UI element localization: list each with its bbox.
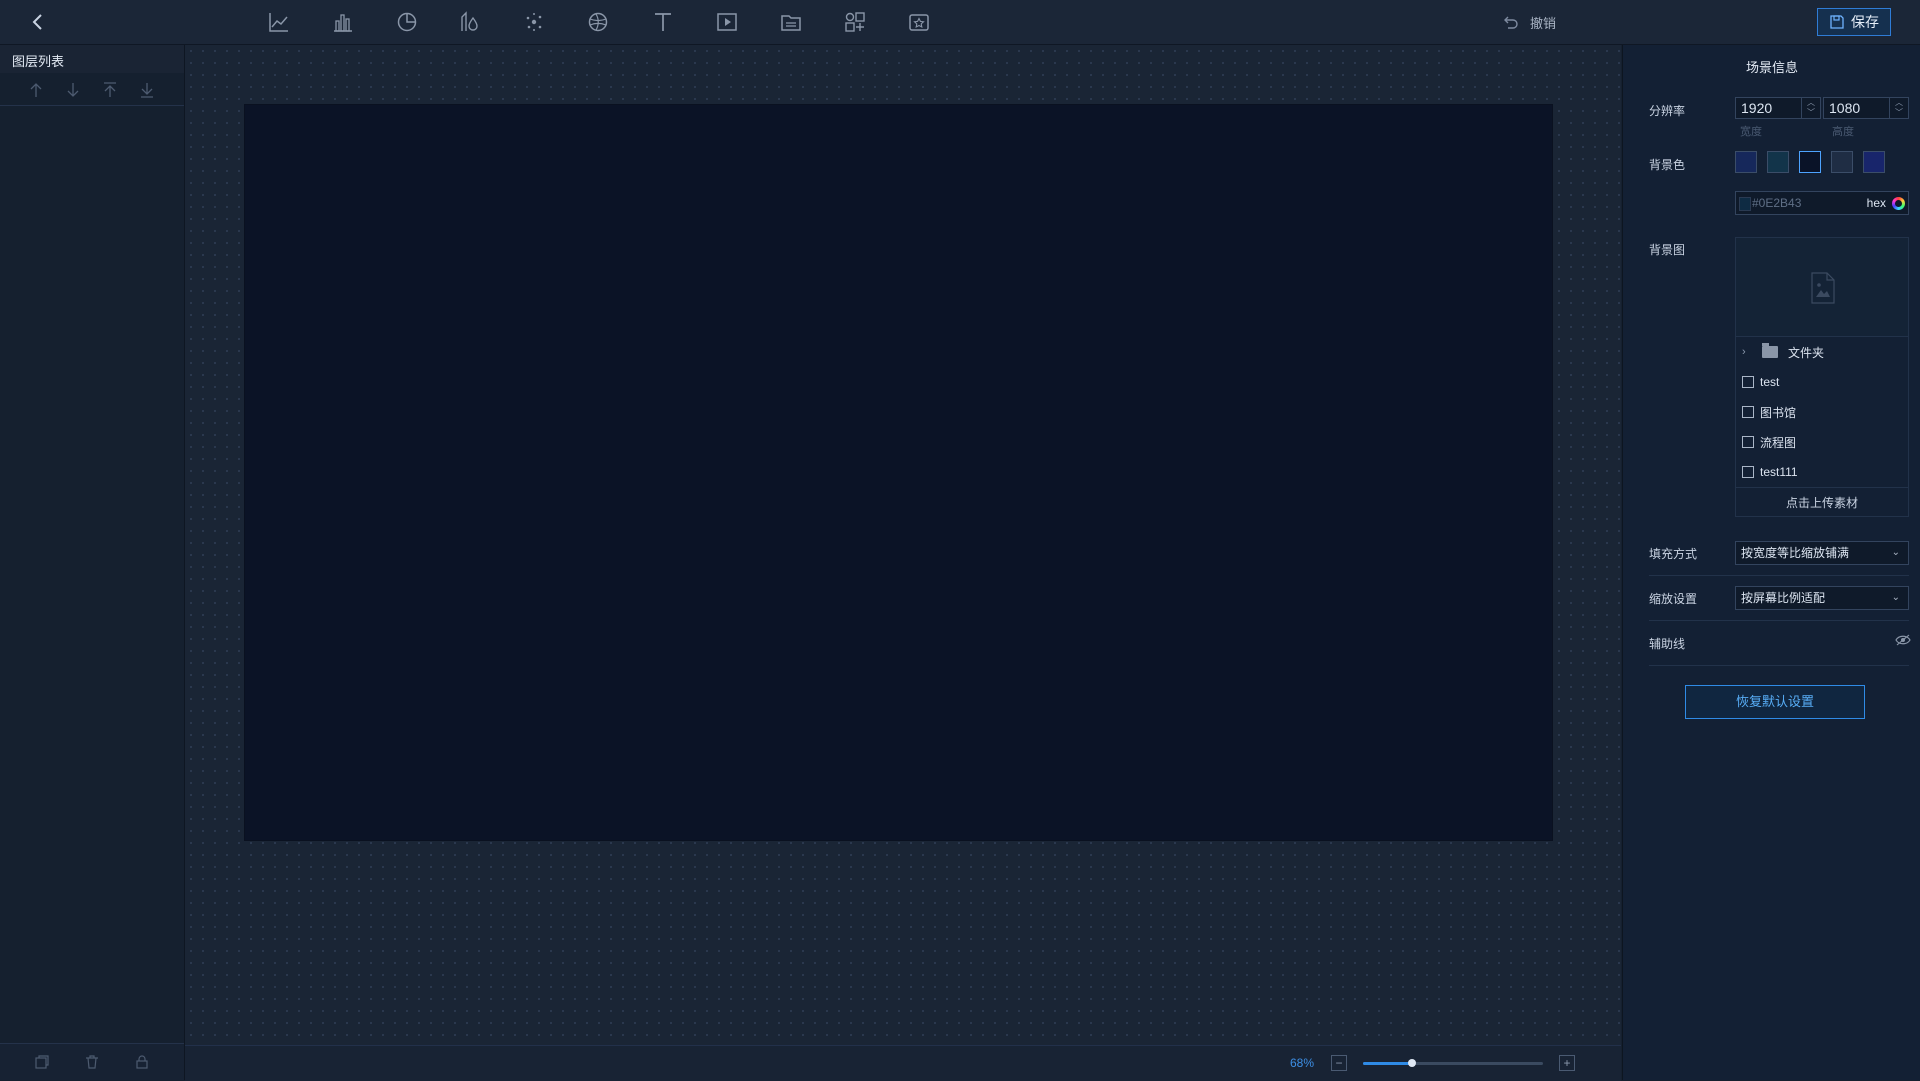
- hex-color-input[interactable]: #0E2B43 hex: [1735, 191, 1909, 215]
- material-checkbox[interactable]: [1742, 406, 1754, 418]
- chevron-right-icon: ›: [1742, 346, 1746, 358]
- text-icon[interactable]: [650, 9, 676, 35]
- bg-image-label: 背景图: [1649, 243, 1686, 257]
- resolution-label: 分辨率: [1649, 104, 1686, 118]
- artboard[interactable]: [245, 105, 1552, 840]
- copy-icon[interactable]: [34, 1054, 50, 1070]
- zoom-slider[interactable]: [1363, 1059, 1543, 1067]
- zoom-slider-thumb[interactable]: [1407, 1059, 1416, 1067]
- undo-label: 撤销: [1530, 15, 1557, 31]
- height-input[interactable]: 1080 ︿ ﹀: [1823, 97, 1909, 119]
- divider: [1649, 665, 1909, 666]
- width-value: 1920: [1741, 100, 1773, 116]
- zoom-out-button[interactable]: −: [1331, 1055, 1347, 1071]
- material-item[interactable]: 图书馆: [1736, 397, 1908, 427]
- folder-label: 文件夹: [1788, 345, 1825, 360]
- media-icon[interactable]: [714, 9, 740, 35]
- move-down-icon[interactable]: [65, 81, 81, 99]
- folder-icon[interactable]: [778, 9, 804, 35]
- save-icon: [1830, 15, 1844, 29]
- hex-value: #0E2B43: [1752, 196, 1802, 210]
- color-wheel-icon[interactable]: [1892, 197, 1905, 210]
- line-chart-icon[interactable]: [266, 9, 292, 35]
- bg-image-preview[interactable]: [1735, 237, 1909, 337]
- back-arrow-icon[interactable]: [26, 10, 50, 34]
- scale-setting-select[interactable]: 按屏幕比例适配 ⌄: [1735, 586, 1909, 610]
- scale-setting-label: 缩放设置: [1649, 592, 1698, 606]
- color-swatch-selected[interactable]: [1799, 151, 1821, 173]
- lock-icon[interactable]: [134, 1054, 150, 1070]
- divider: [1649, 575, 1909, 576]
- save-label: 保存: [1851, 14, 1879, 30]
- material-item[interactable]: 流程图: [1736, 427, 1908, 457]
- divider: [1649, 620, 1909, 621]
- bg-color-label: 背景色: [1649, 158, 1686, 172]
- material-item[interactable]: test: [1736, 367, 1908, 397]
- zoom-percentage: 68%: [1290, 1056, 1315, 1070]
- image-file-icon: [1811, 272, 1835, 304]
- width-stepper[interactable]: ︿ ﹀: [1801, 98, 1820, 118]
- scale-setting-value: 按屏幕比例适配: [1741, 591, 1826, 605]
- move-up-icon[interactable]: [28, 81, 44, 99]
- material-list: › 文件夹 test 图书馆 流程图 test111 点击上传素材: [1735, 337, 1909, 517]
- width-input[interactable]: 1920 ︿ ﹀: [1735, 97, 1821, 119]
- restore-defaults-button[interactable]: 恢复默认设置: [1685, 685, 1865, 719]
- favorite-icon[interactable]: [906, 9, 932, 35]
- editor-canvas[interactable]: [185, 45, 1621, 1045]
- material-label: test: [1760, 375, 1780, 389]
- chevron-down-icon: ⌄: [1891, 547, 1900, 558]
- zoom-slider-fill: [1363, 1062, 1412, 1065]
- color-swatch[interactable]: [1735, 151, 1757, 173]
- height-value: 1080: [1829, 100, 1861, 116]
- chevron-down-icon: ⌄: [1891, 592, 1900, 603]
- material-label: 流程图: [1760, 435, 1797, 450]
- move-bottom-icon[interactable]: [139, 81, 155, 99]
- globe-icon[interactable]: [585, 9, 611, 35]
- folder-icon: [1762, 343, 1778, 358]
- material-checkbox[interactable]: [1742, 436, 1754, 448]
- color-swatch[interactable]: [1767, 151, 1789, 173]
- scene-info-panel: 场景信息 分辨率 1920 ︿ ﹀ 1080 ︿ ﹀ 宽度 高度 背景色 #0E2B…: [1622, 45, 1920, 1080]
- fill-mode-value: 按宽度等比缩放铺满: [1741, 546, 1850, 560]
- map-pin-icon[interactable]: [456, 9, 482, 35]
- zoom-bar: 68% − +: [185, 1045, 1621, 1081]
- guide-line-label: 辅助线: [1649, 637, 1686, 651]
- color-swatch[interactable]: [1863, 151, 1885, 173]
- width-sub-label: 宽度: [1740, 126, 1762, 138]
- layer-order-toolbar: [0, 75, 184, 106]
- upload-material-button[interactable]: 点击上传素材: [1736, 487, 1908, 518]
- undo-icon: [1504, 16, 1518, 29]
- layer-panel-title: 图层列表: [12, 54, 65, 69]
- scatter-icon[interactable]: [521, 9, 547, 35]
- delete-icon[interactable]: [84, 1054, 100, 1070]
- bar-chart-icon[interactable]: [330, 9, 356, 35]
- save-button[interactable]: 保存: [1817, 8, 1891, 36]
- zoom-in-button[interactable]: +: [1559, 1055, 1575, 1071]
- material-item[interactable]: test111: [1736, 457, 1908, 487]
- material-checkbox[interactable]: [1742, 466, 1754, 478]
- layer-panel: 图层列表: [0, 45, 185, 1080]
- height-sub-label: 高度: [1832, 126, 1854, 138]
- widget-icon[interactable]: [842, 9, 868, 35]
- color-swatch[interactable]: [1831, 151, 1853, 173]
- hex-color-chip: [1739, 197, 1751, 211]
- move-top-icon[interactable]: [102, 81, 118, 99]
- material-checkbox[interactable]: [1742, 376, 1754, 388]
- pie-chart-icon[interactable]: [394, 9, 420, 35]
- hex-format-label[interactable]: hex: [1867, 196, 1886, 210]
- undo-button[interactable]: 撤销: [1502, 12, 1556, 32]
- top-toolbar: 撤销 保存: [0, 0, 1920, 45]
- height-stepper[interactable]: ︿ ﹀: [1889, 98, 1908, 118]
- folder-item[interactable]: › 文件夹: [1736, 337, 1908, 367]
- material-label: 图书馆: [1760, 405, 1797, 420]
- scene-info-title: 场景信息: [1745, 60, 1798, 75]
- material-label: test111: [1760, 465, 1798, 479]
- layer-footer-toolbar: [0, 1043, 184, 1080]
- fill-mode-label: 填充方式: [1649, 547, 1698, 561]
- eye-icon[interactable]: [1895, 634, 1911, 646]
- fill-mode-select[interactable]: 按宽度等比缩放铺满 ⌄: [1735, 541, 1909, 565]
